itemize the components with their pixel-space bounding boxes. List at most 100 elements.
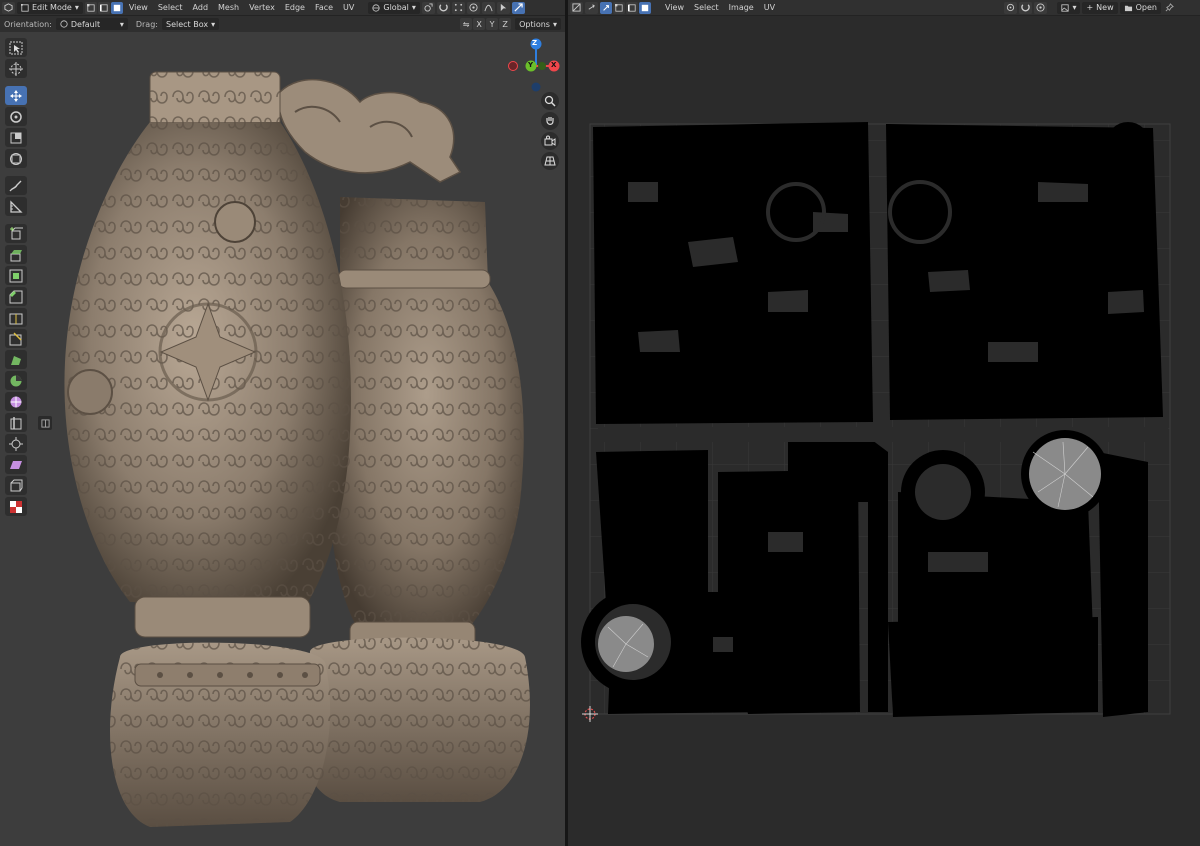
uv-checker-tool[interactable] (5, 497, 27, 516)
chevron-down-icon: ▾ (1072, 3, 1077, 12)
extrude-tool[interactable] (5, 245, 27, 264)
shear-icon (10, 460, 22, 469)
overlay-button[interactable] (511, 1, 525, 14)
options-dropdown[interactable]: Options ▾ (515, 18, 561, 30)
shear-tool[interactable] (5, 455, 27, 474)
uv-face-select[interactable] (639, 1, 651, 14)
pin-button[interactable] (1163, 2, 1176, 14)
uv-pivot-button[interactable] (1004, 1, 1018, 14)
smooth-vertex-icon (10, 396, 22, 407)
image-browse-dropdown[interactable]: ▾ (1057, 1, 1081, 14)
menu-edge[interactable]: Edge (281, 3, 309, 12)
uv-sync-toggle[interactable] (600, 1, 612, 14)
zoom-icon (544, 95, 556, 107)
face-select-icon (113, 4, 121, 11)
chevron-down-icon: ▾ (552, 19, 557, 29)
shrink-fatten-tool[interactable] (5, 434, 27, 453)
smooth-tool[interactable] (5, 392, 27, 411)
sync-selection-button[interactable] (585, 1, 598, 14)
face-select-button[interactable] (110, 1, 123, 14)
transform-orientation-label: Global (383, 3, 409, 12)
uv-menu-select[interactable]: Select (690, 3, 723, 12)
cursor-tool[interactable] (5, 59, 27, 78)
move-tool[interactable] (5, 86, 27, 105)
vertex-select-icon (615, 3, 623, 12)
menu-uv[interactable]: UV (339, 3, 358, 12)
pivot-point-button[interactable] (421, 1, 435, 14)
image-icon (1061, 3, 1070, 12)
sidebar-toggle-tab[interactable] (38, 416, 52, 430)
navigation-gizmo[interactable]: Z Y X (500, 36, 562, 96)
menu-vertex[interactable]: Vertex (245, 3, 279, 12)
axis-z-toggle[interactable]: Z (499, 18, 512, 30)
mirror-icon[interactable]: ⇋ (460, 18, 473, 30)
camera-view-button[interactable] (541, 132, 559, 150)
uv-menu-view[interactable]: View (661, 3, 688, 12)
drag-dropdown[interactable]: Select Box ▾ (161, 18, 220, 30)
tool-shelf (5, 38, 29, 516)
axis-y-toggle[interactable]: Y (486, 18, 499, 30)
proportional-edit-icon (1036, 3, 1046, 12)
vertex-select-button[interactable] (84, 1, 97, 14)
loop-cut-tool[interactable] (5, 308, 27, 327)
menu-mesh[interactable]: Mesh (214, 3, 243, 12)
chevron-down-icon: ▾ (211, 19, 216, 29)
edge-select-button[interactable] (97, 1, 110, 14)
uv-layout-canvas[interactable] (568, 32, 1200, 846)
rotate-tool[interactable] (5, 107, 27, 126)
scale-icon (10, 132, 22, 143)
3d-viewport[interactable]: Edit Mode ▾ View Select Add Mesh Vertex … (0, 0, 565, 846)
uv-snap-button[interactable] (1019, 1, 1033, 14)
gizmo-x-label: X (551, 61, 557, 69)
hand-icon (546, 117, 554, 125)
editor-type-button[interactable] (2, 1, 15, 14)
orientation-dropdown[interactable]: Default ▾ (55, 18, 128, 30)
axis-x-toggle[interactable]: X (473, 18, 486, 30)
snap-toggle-button[interactable] (436, 1, 450, 14)
move-arrows-icon (10, 89, 22, 102)
menu-add[interactable]: Add (189, 3, 213, 12)
open-image-button[interactable]: Open (1119, 1, 1161, 14)
uv-menu-uv[interactable]: UV (760, 3, 779, 12)
editor-type-button[interactable] (570, 1, 583, 14)
spin-tool[interactable] (5, 371, 27, 390)
uv-edge-select[interactable] (626, 1, 638, 14)
transform-orientation-dropdown[interactable]: Global ▾ (368, 1, 420, 14)
zoom-button[interactable] (541, 92, 559, 110)
pan-button[interactable] (541, 112, 559, 130)
menu-face[interactable]: Face (311, 3, 337, 12)
menu-select[interactable]: Select (154, 3, 187, 12)
vase-model-render[interactable] (40, 32, 565, 846)
bevel-tool[interactable] (5, 287, 27, 306)
scale-tool[interactable] (5, 128, 27, 147)
perspective-toggle-button[interactable] (541, 152, 559, 170)
falloff-curve-icon (484, 4, 493, 12)
rip-region-tool[interactable] (5, 476, 27, 495)
annotate-tool[interactable] (5, 176, 27, 195)
snap-element-button[interactable] (451, 1, 465, 14)
edge-slide-icon (10, 416, 22, 429)
uv-proportional-button[interactable] (1034, 1, 1048, 14)
mode-dropdown[interactable]: Edit Mode ▾ (17, 1, 83, 14)
knife-tool[interactable] (5, 329, 27, 348)
shrink-fatten-icon (9, 436, 23, 451)
measure-tool[interactable] (5, 197, 27, 216)
inset-tool[interactable] (5, 266, 27, 285)
proportional-edit-button[interactable] (466, 1, 480, 14)
transform-tool[interactable] (5, 149, 27, 168)
add-cube-tool[interactable] (5, 224, 27, 243)
uv-vertex-select[interactable] (613, 1, 625, 14)
uv-select-mode-group (600, 1, 651, 14)
visibility-button[interactable] (496, 1, 510, 14)
falloff-button[interactable] (481, 1, 495, 14)
poly-build-tool[interactable] (5, 350, 27, 369)
edge-slide-tool[interactable] (5, 413, 27, 432)
uv-menu-image[interactable]: Image (725, 3, 758, 12)
uv-editor[interactable]: View Select Image UV ▾ + New Open (568, 0, 1200, 846)
menu-view[interactable]: View (125, 3, 152, 12)
extrude-icon (10, 249, 22, 261)
sync-arrows-icon (588, 4, 595, 10)
new-image-label: New (1096, 3, 1114, 12)
new-image-button[interactable]: + New (1082, 1, 1118, 14)
select-box-tool[interactable] (5, 38, 27, 57)
